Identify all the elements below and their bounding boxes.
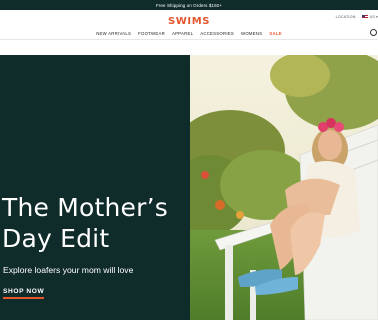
nav-item-sale[interactable]: SALE — [269, 31, 281, 36]
promo-text[interactable]: Free Shipping on Orders $150+ — [156, 3, 222, 8]
hero-photo[interactable] — [190, 55, 378, 320]
hero-title: The Mother’s Day Edit — [2, 192, 168, 254]
nav-item-accessories[interactable]: ACCESSORIES — [200, 31, 234, 36]
site-header: LOCATION: US ▾ SWIMS NEW ARRIVALS FOOTWE… — [0, 10, 378, 40]
nav-item-apparel[interactable]: APPAREL — [172, 31, 193, 36]
hero-subtitle: Explore loafers your mom will love — [3, 265, 134, 275]
hero-title-line-1: The Mother’s — [2, 193, 168, 222]
nav-item-footwear[interactable]: FOOTWEAR — [138, 31, 165, 36]
hero-title-line-2: Day Edit — [2, 224, 110, 253]
logo[interactable]: SWIMS — [0, 16, 378, 27]
main-nav: NEW ARRIVALS FOOTWEAR APPAREL ACCESSORIE… — [0, 31, 378, 36]
promo-bar: Free Shipping on Orders $150+ — [0, 0, 378, 10]
hero-photo-illustration — [190, 55, 378, 320]
hero-banner: The Mother’s Day Edit Explore loafers yo… — [0, 55, 378, 320]
shop-now-link[interactable]: SHOP NOW — [3, 288, 45, 299]
nav-item-womens[interactable]: WOMENS — [241, 31, 262, 36]
search-icon[interactable] — [370, 29, 377, 36]
nav-item-new-arrivals[interactable]: NEW ARRIVALS — [96, 31, 131, 36]
hero-text-panel: The Mother’s Day Edit Explore loafers yo… — [0, 55, 190, 320]
